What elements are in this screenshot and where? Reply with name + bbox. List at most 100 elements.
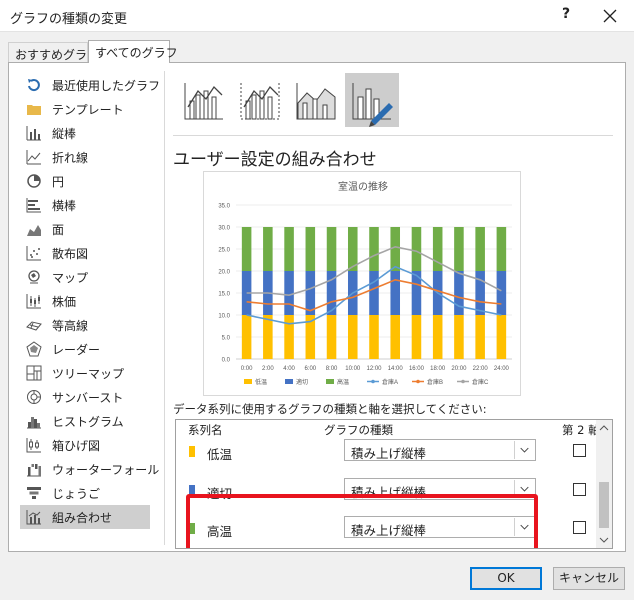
scroll-thumb[interactable] <box>599 482 609 528</box>
sidebar-item-combo[interactable]: 組み合わせ <box>20 505 150 529</box>
surface-chart-icon <box>26 321 42 331</box>
combo-subtype-area-column-icon[interactable] <box>289 73 343 127</box>
section-divider <box>173 135 613 136</box>
sidebar-item-radar[interactable]: レーダー <box>20 337 150 361</box>
header-series-name: 系列名 <box>188 423 223 437</box>
scatter-chart-icon <box>26 246 41 261</box>
bar-高温 <box>241 227 252 271</box>
tab-all-charts[interactable]: すべてのグラフ <box>88 40 178 63</box>
sidebar-item-recent[interactable]: 最近使用したグラフ <box>20 73 160 97</box>
secondary-axis-checkbox[interactable] <box>573 444 586 457</box>
sidebar-item-label: 最近使用したグラフ <box>52 79 161 93</box>
x-tick-label: 6:00 <box>304 366 316 372</box>
legend-swatch <box>244 379 252 384</box>
sidebar-item-treemap[interactable]: ツリーマップ <box>20 361 150 385</box>
chevron-down-icon[interactable] <box>514 441 534 459</box>
sidebar-item-pie[interactable]: 円 <box>20 169 150 193</box>
sidebar-item-label: じょうご <box>52 487 101 501</box>
sidebar-item-label: 円 <box>52 175 65 189</box>
sidebar-item-stock[interactable]: 株価 <box>20 289 150 313</box>
series-name: 低温 <box>207 447 233 462</box>
legend-marker <box>371 379 375 384</box>
sidebar-item-line[interactable]: 折れ線 <box>20 145 150 169</box>
sidebar-item-funnel[interactable]: じょうご <box>20 481 150 505</box>
bar-低温 <box>475 315 485 359</box>
series-table: 系列名 グラフの種類 第 2 軸 低温 積み上げ縦棒 適切 積み上げ縦棒 高温 <box>175 419 613 549</box>
tab-recommended[interactable]: おすすめグラフ <box>8 42 99 62</box>
sidebar-item-surface[interactable]: 等高線 <box>20 313 150 337</box>
bar-chart-icon <box>26 198 41 213</box>
series-color-swatch <box>189 523 195 534</box>
sidebar-item-sunburst[interactable]: サンバースト <box>20 385 150 409</box>
y-tick-label: 25.0 <box>218 248 230 254</box>
sidebar-item-template[interactable]: テンプレート <box>20 97 150 121</box>
legend-label: 低温 <box>255 378 267 386</box>
secondary-axis-checkbox[interactable] <box>573 521 586 534</box>
legend-label: 適切 <box>296 378 308 386</box>
close-icon[interactable] <box>598 4 622 28</box>
sidebar-item-label: ウォーターフォール <box>52 463 160 477</box>
header-secondary-axis: 第 2 軸 <box>562 423 600 437</box>
x-tick-label: 18:00 <box>430 366 446 372</box>
cancel-button[interactable]: キャンセル <box>553 567 625 590</box>
scroll-up-icon[interactable] <box>596 420 612 436</box>
map-chart-icon <box>28 270 40 284</box>
pie-chart-icon <box>27 174 41 188</box>
chart-svg: 室温の推移 0.0 5.0 10.0 15.0 20.0 25.0 30.0 35.0 0:00 2… <box>218 180 512 386</box>
bar-高温 <box>305 227 316 271</box>
sidebar-item-label: レーダー <box>52 343 101 357</box>
boxwhisker-chart-icon <box>26 438 41 453</box>
chart-type-value: 積み上げ縦棒 <box>351 523 427 538</box>
area-chart-icon <box>27 225 41 236</box>
sidebar-item-label: ツリーマップ <box>52 367 125 381</box>
sidebar-item-map[interactable]: マップ <box>20 265 150 289</box>
sidebar-item-column[interactable]: 縦棒 <box>20 121 150 145</box>
sidebar-item-label: 箱ひげ図 <box>52 439 101 453</box>
secondary-axis-checkbox[interactable] <box>573 483 586 496</box>
scroll-down-icon[interactable] <box>596 532 612 548</box>
histogram-chart-icon <box>27 417 41 429</box>
legend-label: 倉庫C <box>472 378 489 386</box>
sidebar-item-label: 折れ線 <box>52 151 89 165</box>
series-name: 高温 <box>207 524 233 539</box>
panel-divider <box>164 71 165 545</box>
bar-高温 <box>411 227 422 271</box>
chevron-down-icon[interactable] <box>514 480 534 498</box>
sidebar-item-boxwhisker[interactable]: 箱ひげ図 <box>20 433 150 457</box>
chart-type-dropdown[interactable]: 積み上げ縦棒 <box>344 516 536 538</box>
sidebar-item-label: 組み合わせ <box>52 511 113 525</box>
sunburst-chart-icon <box>27 390 41 404</box>
bar-低温 <box>411 315 422 359</box>
sidebar-item-label: 縦棒 <box>52 127 77 141</box>
series-color-swatch <box>189 485 195 496</box>
y-tick-label: 5.0 <box>222 336 231 342</box>
table-scrollbar[interactable] <box>596 420 612 548</box>
sidebar-item-histogram[interactable]: ヒストグラム <box>20 409 150 433</box>
help-button[interactable]: ? <box>556 6 576 26</box>
bar-低温 <box>241 315 252 359</box>
combo-subtype-clustered-line-icon[interactable] <box>177 73 231 127</box>
chart-type-dropdown[interactable]: 積み上げ縦棒 <box>344 439 536 461</box>
chevron-down-icon[interactable] <box>514 518 534 536</box>
y-tick-label: 30.0 <box>218 226 230 232</box>
sidebar-item-area[interactable]: 面 <box>20 217 150 241</box>
combo-subtype-clustered-line-secondary-icon[interactable] <box>233 73 287 127</box>
sidebar-item-label: 面 <box>52 223 65 237</box>
sidebar-item-scatter[interactable]: 散布図 <box>20 241 150 265</box>
bar-適切 <box>496 271 507 315</box>
waterfall-chart-icon <box>27 464 41 477</box>
chart-type-dropdown[interactable]: 積み上げ縦棒 <box>344 478 536 500</box>
x-tick-label: 24:00 <box>494 366 510 372</box>
sidebar-item-label: 株価 <box>52 295 77 309</box>
bar-低温 <box>496 315 507 359</box>
x-tick-label: 12:00 <box>366 366 382 372</box>
x-tick-label: 2:00 <box>262 366 274 372</box>
sidebar-item-waterfall[interactable]: ウォーターフォール <box>20 457 159 481</box>
chart-title: 室温の推移 <box>338 180 388 193</box>
ok-button[interactable]: OK <box>470 567 542 590</box>
combo-subtype-custom-icon[interactable] <box>345 73 399 127</box>
x-tick-label: 8:00 <box>326 366 338 372</box>
chart-type-panel: 最近使用したグラフ テンプレート 縦棒 折れ線 円 横棒 面 散布図 マップ 株… <box>8 62 626 552</box>
sidebar-item-bar[interactable]: 横棒 <box>20 193 150 217</box>
legend-swatch <box>326 379 334 384</box>
